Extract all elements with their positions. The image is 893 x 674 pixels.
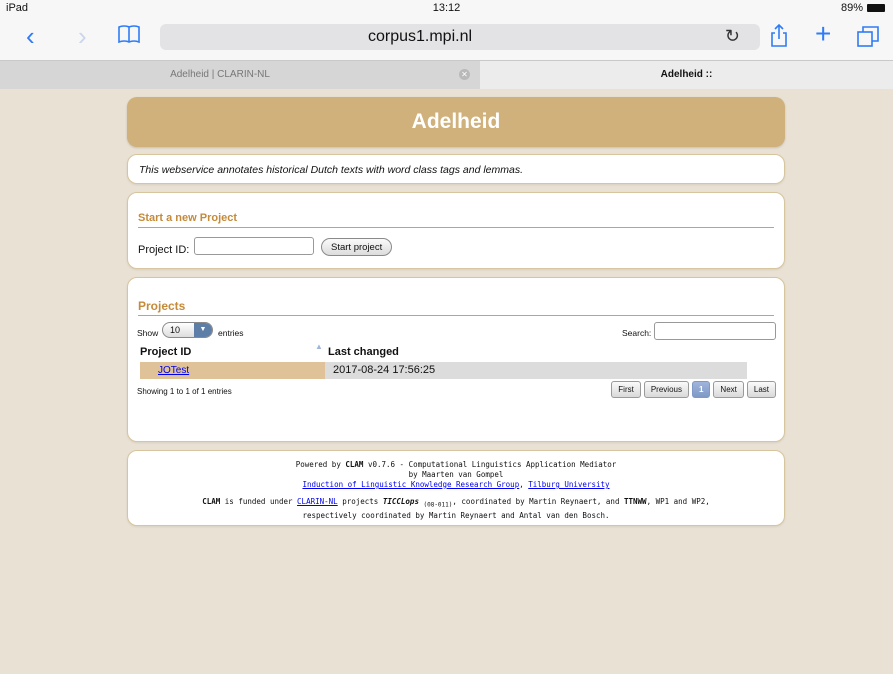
sort-ascending-icon: ▲ <box>315 342 323 351</box>
footer-author: by Maarten van Gompel <box>408 470 504 479</box>
column-header-last-changed[interactable]: Last changed <box>328 346 399 358</box>
battery-icon <box>867 4 885 12</box>
footer-line-5: respectively coordinated by Martin Reyna… <box>302 510 610 520</box>
clam-name: CLAM <box>345 460 364 469</box>
search-input[interactable] <box>654 322 776 340</box>
column-header-project-id[interactable]: Project ID <box>140 346 191 358</box>
footer-text: v0.7.6 - Computational Linguistics Appli… <box>367 460 617 469</box>
last-page-button[interactable]: Last <box>746 381 776 398</box>
footer-line-4: CLAM is funded under CLARIN-NL projects … <box>128 497 784 511</box>
footer-text: , coordinated by Martin Reynaert, and <box>452 497 620 506</box>
footer-text: is funded under <box>224 497 293 506</box>
search-label: Search: <box>622 328 652 338</box>
ilk-link[interactable]: Induction of Linguistic Knowledge Resear… <box>302 480 519 489</box>
entries-select[interactable]: 10 ▼ <box>162 322 213 338</box>
divider <box>138 315 774 316</box>
pagination: First Previous 1 Next Last <box>611 381 776 398</box>
footer-line-1: Powered by CLAM v0.7.6 - Computational L… <box>128 460 784 470</box>
projects-panel: Projects Show 10 ▼ entries Search: Proje… <box>127 277 785 442</box>
footer-text: , WP1 and WP2, <box>646 497 710 506</box>
previous-page-button[interactable]: Previous <box>643 381 689 398</box>
new-project-panel: Start a new Project Project ID: Start pr… <box>127 192 785 269</box>
url-text: corpus1.mpi.nl <box>367 28 473 45</box>
back-icon[interactable]: ‹ <box>26 22 35 50</box>
table-row-last-changed: 2017-08-24 17:56:25 <box>325 362 747 379</box>
browser-toolbar: ‹ › corpus1.mpi.nl ↻ + <box>0 16 893 60</box>
divider <box>138 227 774 228</box>
ticclops-code: (08-011) <box>423 501 453 509</box>
status-bar: iPad 13:12 89% <box>0 0 893 16</box>
current-page-button[interactable]: 1 <box>691 381 711 398</box>
footer-text: projects <box>342 497 379 506</box>
clam-name: CLAM <box>202 497 221 506</box>
show-label: Show <box>137 328 159 338</box>
footer-text: Powered by <box>295 460 341 469</box>
project-link[interactable]: JOTest <box>158 365 189 376</box>
ticclops-name: TICCLops <box>382 497 419 506</box>
web-page: Adelheid This webservice annotates histo… <box>0 89 893 674</box>
reload-icon[interactable]: ↻ <box>725 26 740 47</box>
clarin-nl-link[interactable]: CLARIN-NL <box>297 497 338 506</box>
footer-panel: Powered by CLAM v0.7.6 - Computational L… <box>127 450 785 526</box>
share-icon[interactable] <box>770 23 788 53</box>
tab-adelheid-active[interactable]: Adelheid :: <box>480 61 893 89</box>
table-info: Showing 1 to 1 of 1 entries <box>137 387 232 396</box>
footer-separator: , <box>519 480 524 489</box>
entries-label: entries <box>218 328 244 338</box>
battery-percent: 89% <box>840 2 863 14</box>
tilburg-link[interactable]: Tilburg University <box>528 480 609 489</box>
projects-title: Projects <box>138 299 186 313</box>
next-page-button[interactable]: Next <box>713 381 744 398</box>
tabs-icon[interactable] <box>857 25 879 53</box>
ttnww-name: TTNWW <box>623 497 647 506</box>
page-title: Adelheid <box>127 97 785 147</box>
new-project-title: Start a new Project <box>138 212 238 224</box>
bookmarks-icon[interactable] <box>118 24 140 52</box>
forward-icon[interactable]: › <box>78 22 87 50</box>
new-tab-icon[interactable]: + <box>815 20 831 48</box>
footer-line-3: Induction of Linguistic Knowledge Resear… <box>128 480 784 490</box>
clock: 13:12 <box>432 2 461 14</box>
description-text: This webservice annotates historical Dut… <box>139 164 523 176</box>
close-tab-icon[interactable]: ✕ <box>459 69 470 80</box>
project-id-label: Project ID: <box>138 244 190 256</box>
entries-select-value: 10 <box>170 325 181 335</box>
table-row-project-id: JOTest <box>140 362 325 379</box>
description-panel: This webservice annotates historical Dut… <box>127 154 785 184</box>
first-page-button[interactable]: First <box>611 381 641 398</box>
tab-strip: Adelheid | CLARIN-NL ✕ Adelheid :: <box>0 60 893 90</box>
project-id-input[interactable] <box>194 237 314 255</box>
tab-adelheid-clarin[interactable]: Adelheid | CLARIN-NL <box>0 61 440 89</box>
start-project-button[interactable]: Start project <box>321 238 393 256</box>
battery-indicator: 89% <box>841 2 885 14</box>
chevron-down-icon: ▼ <box>194 323 212 337</box>
address-bar[interactable]: corpus1.mpi.nl ↻ <box>160 24 760 50</box>
